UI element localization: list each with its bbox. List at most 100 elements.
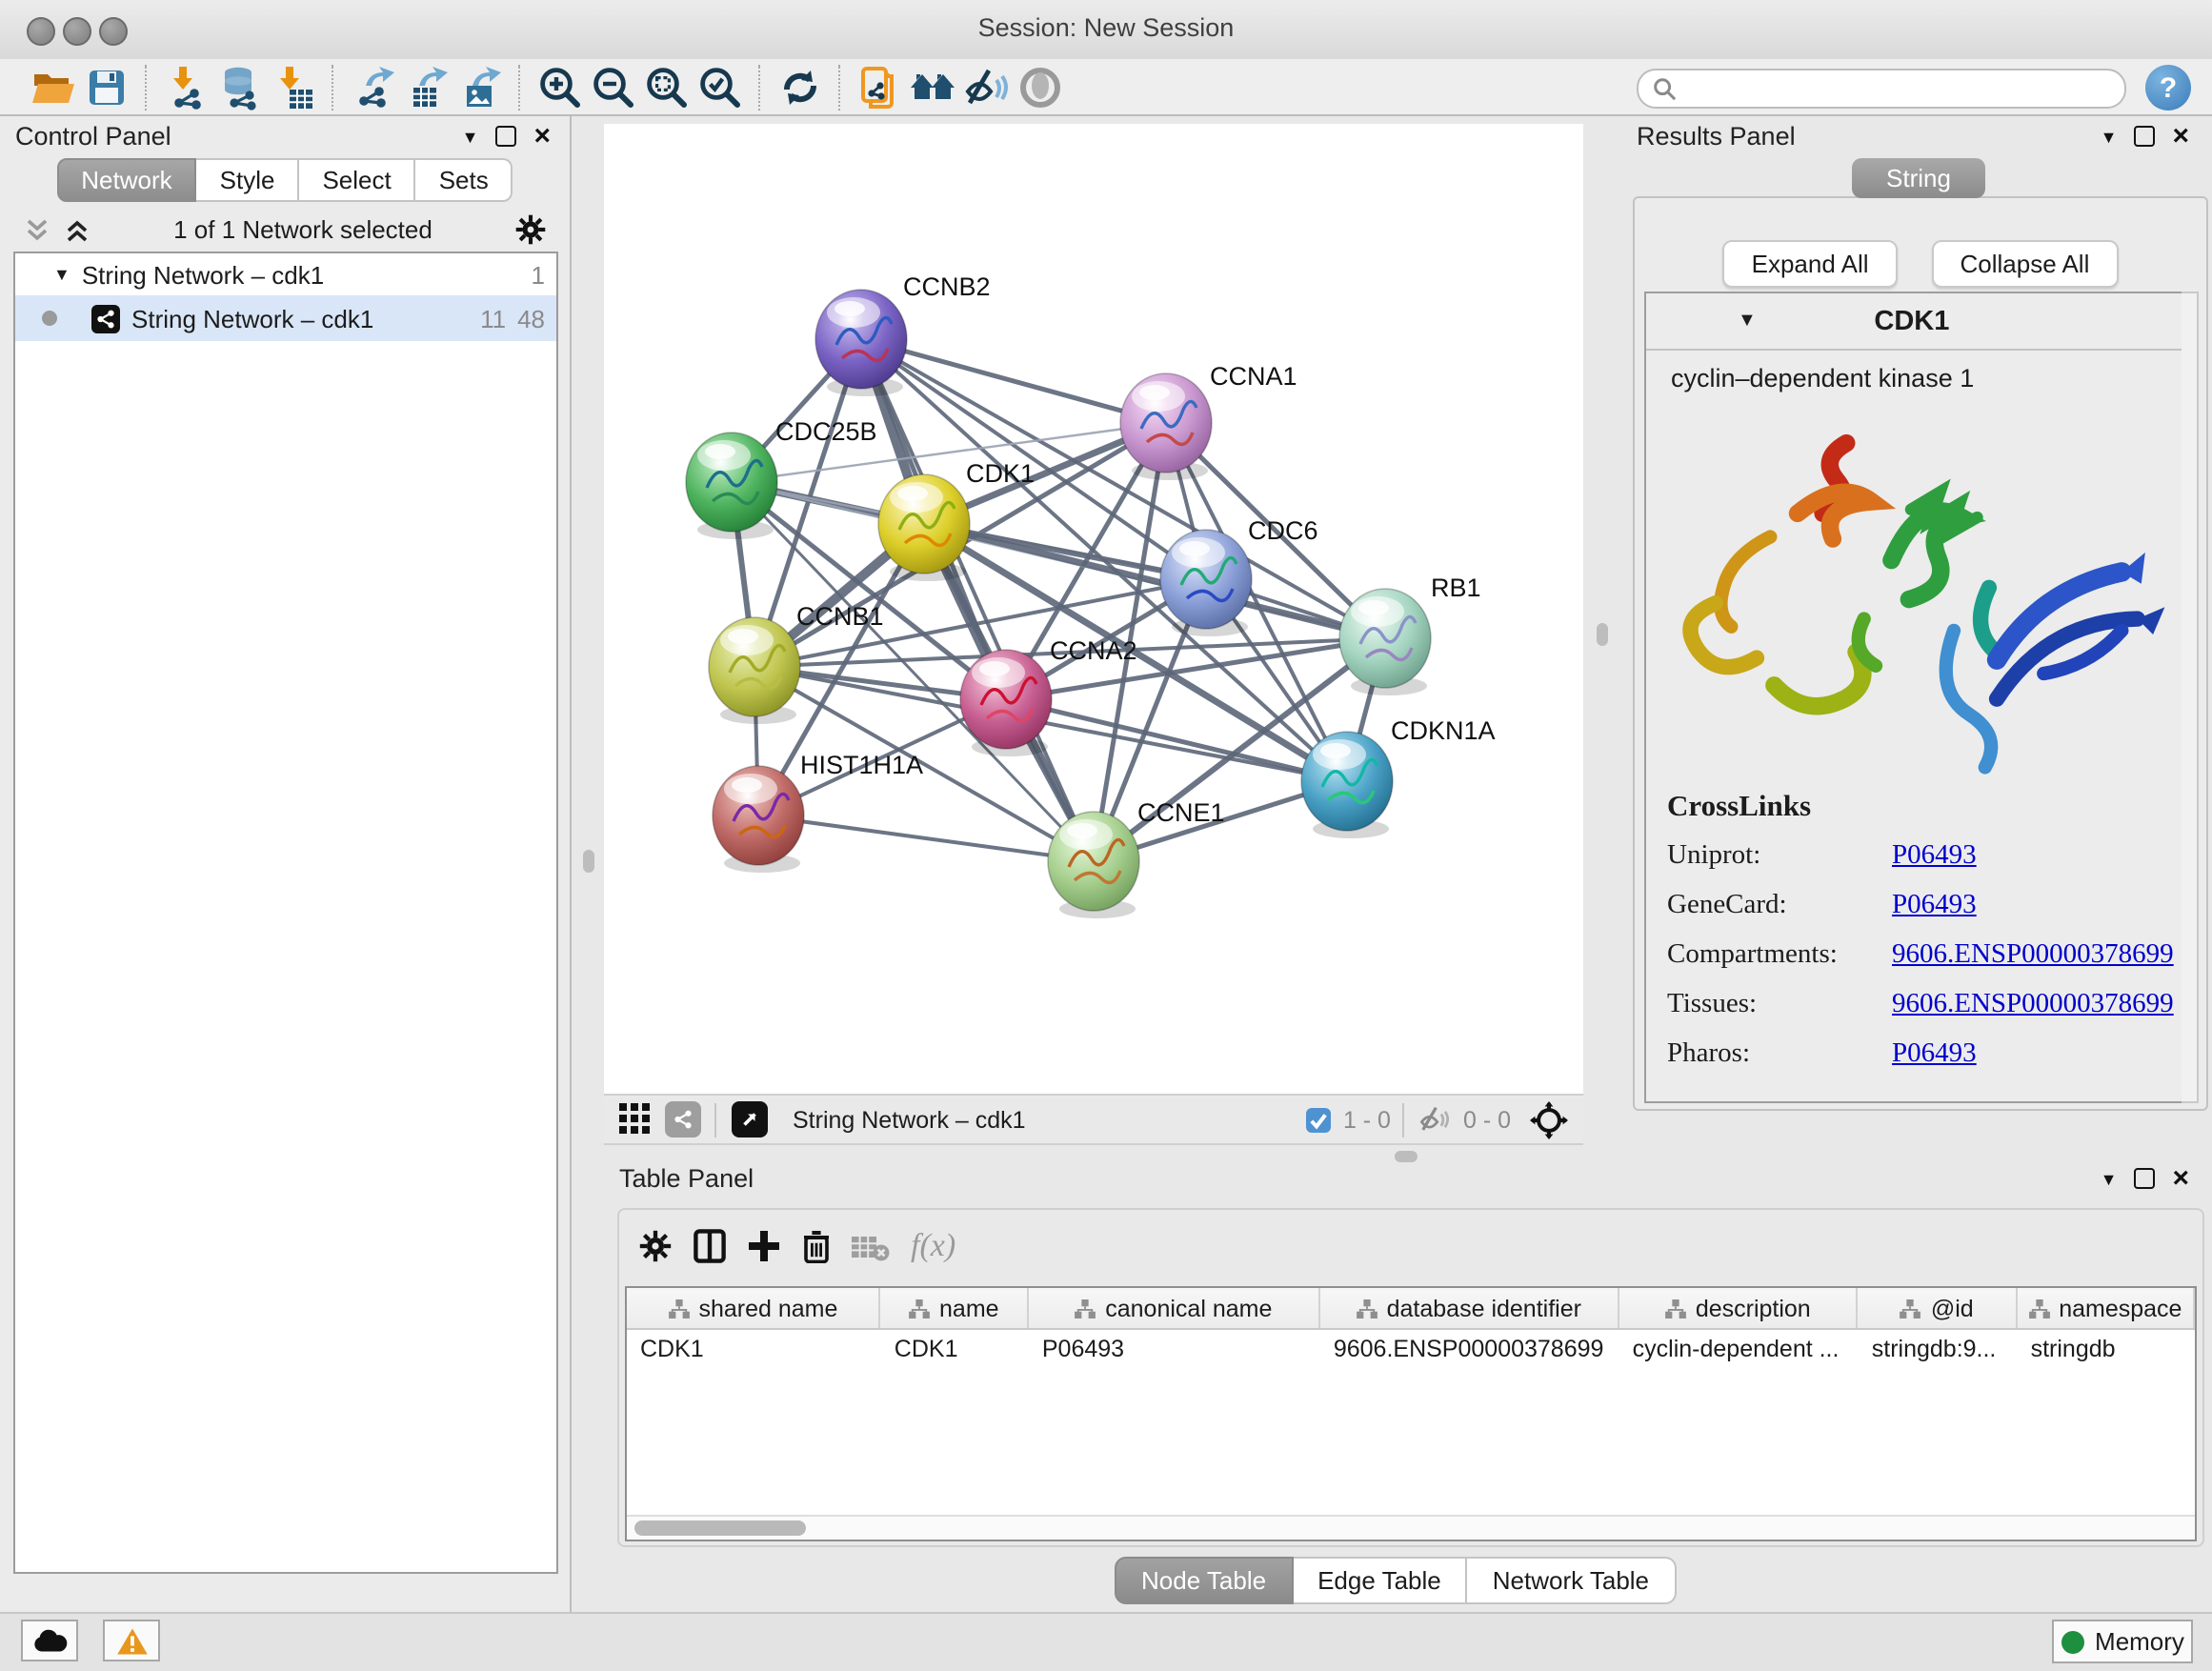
right-splitter-handle[interactable] [1597,623,1608,646]
tab-network[interactable]: Network [56,158,196,202]
tab-style[interactable]: Style [197,158,300,202]
float-panel-icon[interactable]: ▼ [2101,127,2118,146]
tab-sets[interactable]: Sets [416,158,513,202]
zoom-out-button[interactable] [587,62,640,111]
import-string-network-button[interactable] [854,62,907,111]
node-CDC6[interactable] [1160,530,1252,636]
string-network-graph[interactable]: CCNB2CCNA1CDC25BCDK1CDC6RB1CCNB1CCNA2CDK… [604,124,1583,1094]
maximize-panel-icon[interactable] [2134,1168,2155,1189]
collapse-all-button[interactable]: Collapse All [1932,240,2119,288]
move-crosshair-icon[interactable] [1530,1100,1568,1138]
crosslink-link[interactable]: 9606.ENSP00000378699 [1892,989,2174,1021]
collapse-all-chevron-icon[interactable] [23,216,51,243]
close-panel-icon[interactable]: × [2172,127,2189,146]
grid-view-icon[interactable] [619,1103,652,1136]
import-network-database-button[interactable] [213,62,267,111]
expand-all-chevron-icon[interactable] [63,216,91,243]
crosslink-link[interactable]: 9606.ENSP00000378699 [1892,939,2174,972]
string-home-button[interactable] [907,62,960,111]
table-cell[interactable]: stringdb [2018,1330,2195,1370]
node-CDKN1A[interactable] [1301,732,1393,838]
crosslink-link[interactable]: P06493 [1892,840,1977,873]
node-CDK1[interactable] [878,474,970,581]
expanded-triangle-icon[interactable]: ▼ [53,265,70,284]
node-HIST1H1A[interactable] [713,766,804,873]
column-header-canonical-name[interactable]: canonical name [1029,1288,1320,1328]
table-settings-gear-icon[interactable] [638,1229,673,1263]
tab-node-table[interactable]: Node Table [1115,1557,1293,1604]
help-button[interactable]: ? [2145,65,2191,111]
crosslink-link[interactable]: P06493 [1892,1038,1977,1071]
show-columns-icon[interactable] [694,1229,726,1263]
zoom-in-button[interactable] [533,62,587,111]
node-CCNE1[interactable] [1048,812,1139,918]
table-cell[interactable]: P06493 [1029,1330,1320,1370]
table-cell[interactable]: cyclin-dependent ... [1619,1330,1859,1370]
zoom-selected-button[interactable] [694,62,747,111]
results-scrollbar[interactable] [2182,292,2199,1103]
refresh-view-button[interactable] [774,62,827,111]
add-column-plus-icon[interactable] [747,1229,781,1263]
gear-icon[interactable] [514,213,547,246]
import-network-file-button[interactable] [160,62,213,111]
table-horizontal-scrollbar[interactable] [627,1515,2195,1540]
warnings-button[interactable] [103,1620,160,1661]
column-header-namespace[interactable]: namespace [2018,1288,2195,1328]
edge-HIST1H1A-CCNE1[interactable] [758,815,1094,861]
column-header--id[interactable]: @id [1859,1288,2018,1328]
node-CCNB1[interactable] [709,617,800,724]
close-panel-icon[interactable]: × [2172,1169,2189,1188]
gene-section-header[interactable]: ▼ CDK1 [1646,293,2182,351]
network-style-icon[interactable] [665,1101,701,1137]
node-CCNB2[interactable] [815,290,907,396]
zoom-fit-button[interactable] [640,62,694,111]
export-network-button[interactable] [347,62,400,111]
window-title: Session: New Session [0,13,2212,42]
scrollbar-thumb[interactable] [634,1520,806,1536]
column-header-description[interactable]: description [1619,1288,1859,1328]
network-canvas[interactable]: CCNB2CCNA1CDC25BCDK1CDC6RB1CCNB1CCNA2CDK… [604,124,1583,1094]
node-CCNA1[interactable] [1120,373,1212,480]
edge-CCNB2-CCNE1[interactable] [861,339,1094,861]
column-header-database-identifier[interactable]: database identifier [1320,1288,1619,1328]
maximize-panel-icon[interactable] [2134,126,2155,147]
table-cell[interactable]: stringdb:9... [1859,1330,2018,1370]
toolbar-separator [758,64,762,110]
import-table-file-button[interactable] [267,62,320,111]
open-session-button[interactable] [27,62,80,111]
expand-all-button[interactable]: Expand All [1723,240,1898,288]
export-table-button[interactable] [400,62,453,111]
float-panel-icon[interactable]: ▼ [2101,1169,2118,1188]
column-header-name[interactable]: name [881,1288,1029,1328]
collapse-section-icon[interactable]: ▼ [1738,311,1757,332]
network-row[interactable]: String Network – cdk1 11 48 [15,295,556,341]
tab-select[interactable]: Select [299,158,415,202]
column-header-shared-name[interactable]: shared name [627,1288,881,1328]
table-cell[interactable]: CDK1 [627,1330,881,1370]
crosslink-link[interactable]: P06493 [1892,890,1977,922]
birds-eye-view-icon[interactable] [732,1101,768,1137]
tab-edge-table[interactable]: Edge Table [1293,1557,1468,1604]
memory-button[interactable]: Memory [2052,1620,2193,1663]
selected-checkbox-icon[interactable] [1305,1106,1332,1133]
export-image-button[interactable] [453,62,507,111]
search-input[interactable] [1677,73,2124,104]
delete-column-trash-icon[interactable] [802,1229,831,1263]
table-cell[interactable]: 9606.ENSP00000378699 [1320,1330,1619,1370]
table-cell[interactable]: CDK1 [881,1330,1029,1370]
sphere-view-button[interactable] [1014,62,1067,111]
cloud-status-button[interactable] [21,1620,78,1661]
tab-string[interactable]: String [1852,158,1985,198]
left-splitter-handle[interactable] [583,850,594,873]
tab-network-table[interactable]: Network Table [1468,1557,1676,1604]
network-collection-row[interactable]: ▼ String Network – cdk1 1 [15,253,556,295]
maximize-panel-icon[interactable] [495,126,516,147]
node-RB1[interactable] [1339,589,1431,695]
hide-glass-button[interactable] [960,62,1014,111]
close-panel-icon[interactable]: × [533,127,551,146]
edge-CCNA2-CDKN1A[interactable] [1006,699,1347,781]
save-session-button[interactable] [80,62,133,111]
float-panel-icon[interactable]: ▼ [462,127,479,146]
node-CDC25B[interactable] [686,433,777,539]
search-field[interactable] [1637,69,2126,109]
